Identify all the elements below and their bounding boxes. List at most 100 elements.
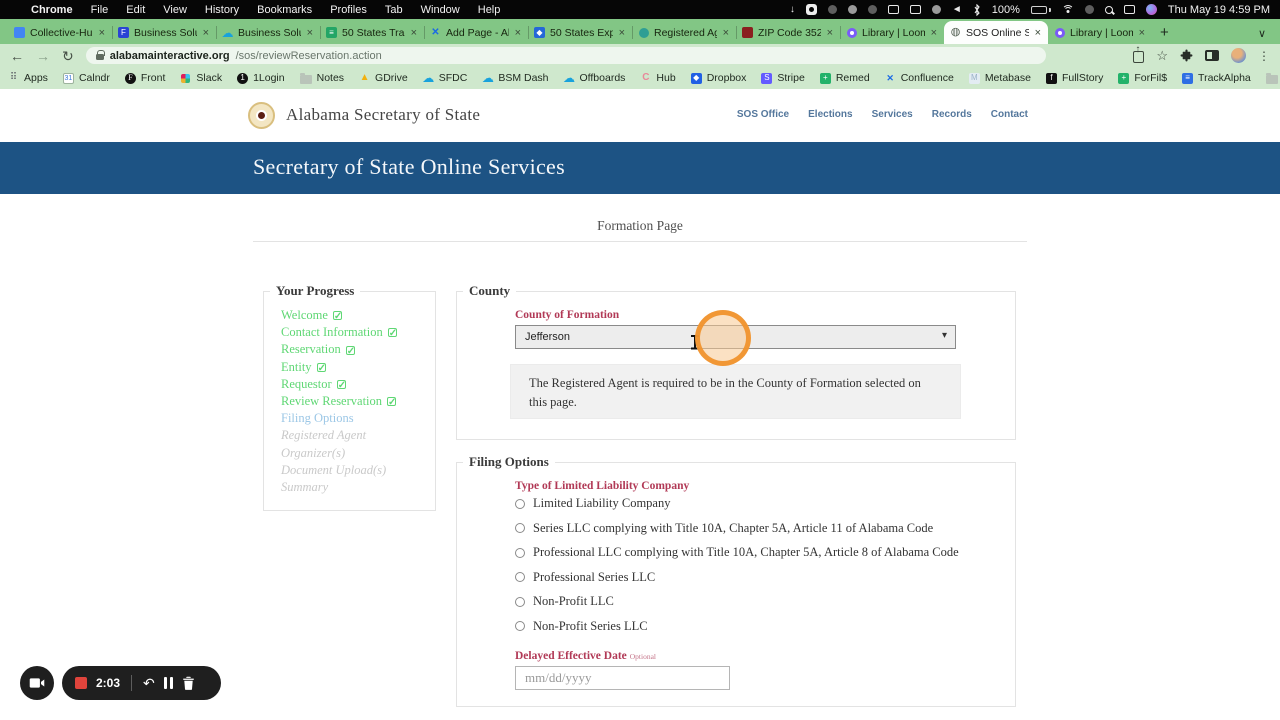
forward-button[interactable]: → [36,49,50,63]
chrome-menu-icon[interactable]: ⋮ [1258,49,1270,63]
menu-window[interactable]: Window [421,4,460,16]
address-bar[interactable]: alabamainteractive.org /sos/reviewReserv… [86,47,1046,64]
bookmark-stripe[interactable]: SStripe [761,72,804,84]
tab-close-icon[interactable]: × [202,27,210,39]
pause-recording-button[interactable] [164,677,173,689]
download-status-icon[interactable]: ↓ [790,5,795,15]
side-panel-icon[interactable] [1205,50,1219,61]
menu-chrome[interactable]: Chrome [31,4,73,16]
radio-icon[interactable] [515,523,525,533]
radio-option-nonprofit-llc[interactable]: Non-Profit LLC [515,594,1015,609]
progress-item-reservation[interactable]: Reservation [281,341,435,358]
tab-close-icon[interactable]: × [1138,27,1146,39]
bookmark-fullstory[interactable]: fFullStory [1046,72,1103,84]
menu-tab[interactable]: Tab [385,4,403,16]
bookmark-slack[interactable]: Slack [180,72,222,84]
extensions-icon[interactable] [1180,49,1193,62]
tab-close-icon[interactable]: × [306,27,314,39]
bookmark-front[interactable]: FFront [125,72,166,84]
tab-library-loom-2[interactable]: Library | Loom × [1048,21,1152,44]
menu-help[interactable]: Help [478,4,501,16]
profile-avatar[interactable] [1231,48,1246,63]
tab-close-icon[interactable]: × [98,27,106,39]
tab-registered-agent[interactable]: Registered Agen × [632,21,736,44]
menu-file[interactable]: File [91,4,109,16]
menu-profiles[interactable]: Profiles [330,4,367,16]
radio-option-nonprofit-series-llc[interactable]: Non-Profit Series LLC [515,619,1015,634]
delayed-effective-date-input[interactable] [515,666,730,690]
user-switch-icon[interactable] [1124,5,1135,14]
play-status-icon[interactable] [932,5,941,14]
radio-icon[interactable] [515,499,525,509]
new-tab-button[interactable]: + [1160,24,1169,41]
shortcat-icon[interactable] [848,5,857,14]
spotlight-icon[interactable] [1105,6,1113,14]
menu-bookmarks[interactable]: Bookmarks [257,4,312,16]
radio-option-llc[interactable]: Limited Liability Company [515,496,1015,511]
tab-collective-hub[interactable]: Collective-Hub - × [8,21,112,44]
tab-add-page-confluence[interactable]: ✕ Add Page - Alaba × [424,21,528,44]
bookmark-gdrive[interactable]: ▲GDrive [359,72,408,84]
menu-edit[interactable]: Edit [126,4,145,16]
tab-search-chevron[interactable]: ∨ [1258,27,1266,40]
display-icon[interactable] [888,5,899,14]
radio-option-series-llc[interactable]: Series LLC complying with Title 10A, Cha… [515,521,1015,536]
bookmark-notes[interactable]: Notes [300,72,344,84]
progress-item-contact-information[interactable]: Contact Information [281,324,435,341]
siri-icon[interactable] [1146,4,1157,15]
radio-option-professional-series-llc[interactable]: Professional Series LLC [515,570,1015,585]
radio-option-professional-llc[interactable]: Professional LLC complying with Title 10… [515,545,1015,560]
bookmark-star-icon[interactable]: ☆ [1156,48,1168,64]
volume-icon[interactable]: ◄ [952,5,962,15]
radio-icon[interactable] [515,548,525,558]
tab-close-icon[interactable]: × [930,27,938,39]
progress-item-review-reservation[interactable]: Review Reservation [281,393,435,410]
nav-elections[interactable]: Elections [808,109,852,120]
bookmark-metabase[interactable]: MMetabase [969,72,1031,84]
back-button[interactable]: ← [10,49,24,63]
tab-50-states-tracker[interactable]: ≡ 50 States Tracke × [320,21,424,44]
camera-bubble-button[interactable] [20,666,54,700]
bookmark-apps[interactable]: ⠿Apps [8,72,48,84]
tab-close-icon[interactable]: × [826,27,834,39]
radio-icon[interactable] [515,597,525,607]
tab-close-icon[interactable]: × [410,27,418,39]
bookmark-bsm-dash[interactable]: ☁BSM Dash [482,72,548,84]
bluetooth-icon[interactable] [973,4,981,16]
status-icon-dim[interactable] [828,5,837,14]
radio-icon[interactable] [515,621,525,631]
timemachine-icon[interactable] [1085,5,1094,14]
bookmark-sfdc[interactable]: ☁SFDC [423,72,468,84]
tab-zip-code[interactable]: ZIP Code 35235 × [736,21,840,44]
nav-contact[interactable]: Contact [991,109,1028,120]
tab-close-icon[interactable]: × [618,27,626,39]
bookmark-hub[interactable]: CHub [640,72,675,84]
bookmark-confluence[interactable]: ✕Confluence [885,72,954,84]
restart-recording-icon[interactable]: ↶ [143,676,155,690]
radio-icon[interactable] [515,572,525,582]
bookmark-offboards[interactable]: ☁Offboards [564,72,626,84]
progress-item-requestor[interactable]: Requestor [281,376,435,393]
share-icon[interactable] [1133,51,1144,63]
lock-icon[interactable] [96,54,104,60]
nav-records[interactable]: Records [932,109,972,120]
bookmark-dropbox[interactable]: ◆Dropbox [691,72,747,84]
tab-50-states-expansion[interactable]: ◆ 50 States Expans × [528,21,632,44]
bookmark-forfils[interactable]: +ForFil$ [1118,72,1167,84]
tab-close-icon[interactable]: × [1034,27,1042,39]
bookmark-trackalpha[interactable]: ≡TrackAlpha [1182,72,1251,84]
mic-status-icon[interactable] [868,5,877,14]
tab-close-icon[interactable]: × [514,27,522,39]
stop-recording-button[interactable] [75,677,87,689]
loom-status-icon[interactable] [806,4,817,15]
wifi-icon[interactable] [1062,5,1074,15]
tab-business-solutions-2[interactable]: ☁ Business Solutio × [216,21,320,44]
tab-business-solutions-1[interactable]: F Business Solutio × [112,21,216,44]
delete-recording-icon[interactable] [182,676,195,690]
bookmark-irs-folder[interactable]: IRS [1266,72,1280,84]
progress-item-welcome[interactable]: Welcome [281,307,435,324]
nav-sos-office[interactable]: SOS Office [737,109,789,120]
bookmark-calndr[interactable]: 31Calndr [63,72,110,84]
tab-library-loom-1[interactable]: Library | Loom × [840,21,944,44]
progress-item-filing-options[interactable]: Filing Options [281,410,435,427]
